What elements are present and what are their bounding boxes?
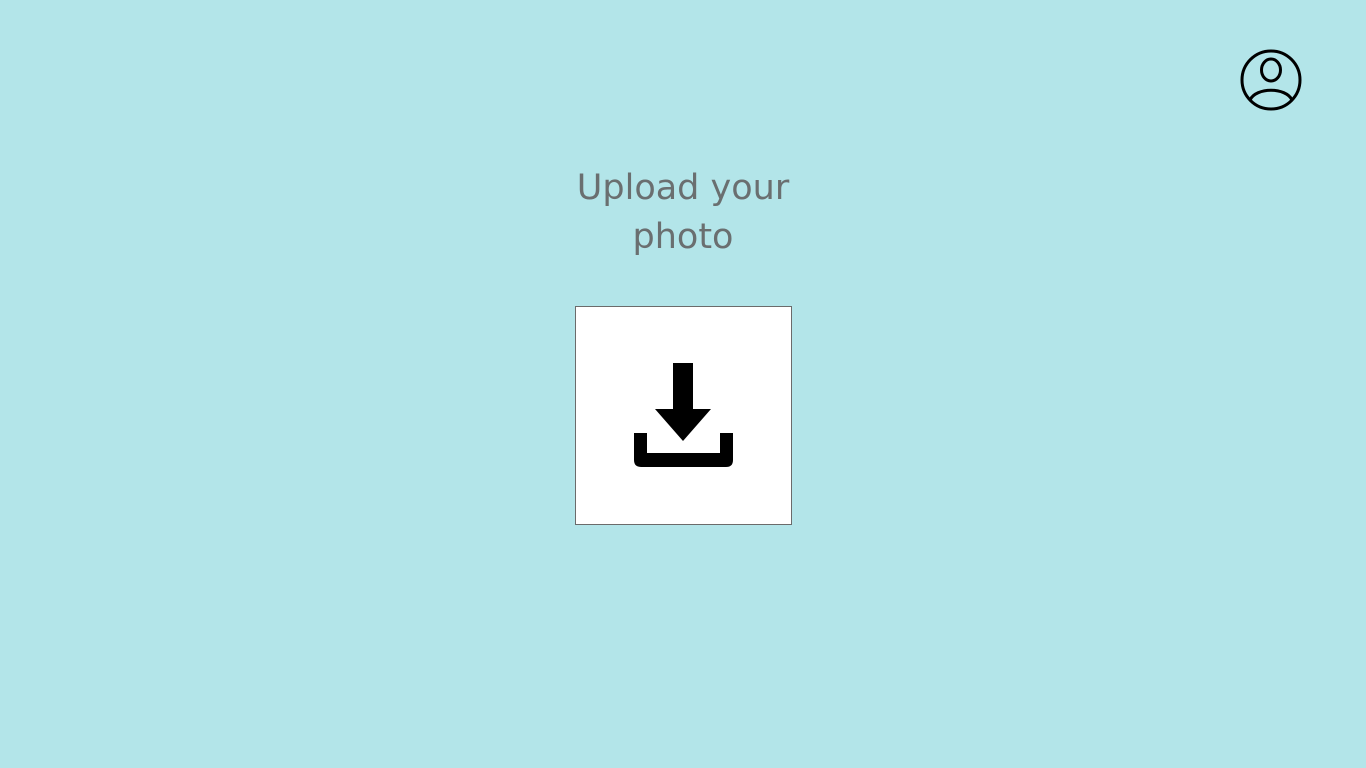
download-tray-icon — [633, 362, 733, 467]
profile-button[interactable] — [1239, 48, 1303, 112]
page-title-line1: Upload your — [576, 168, 790, 208]
user-circle-icon — [1240, 49, 1302, 111]
upload-photo-button[interactable] — [575, 306, 792, 525]
page-title: Upload your photo — [533, 164, 833, 262]
upload-photo-page: Upload your photo — [0, 0, 1366, 768]
page-title-line2: photo — [632, 217, 734, 257]
